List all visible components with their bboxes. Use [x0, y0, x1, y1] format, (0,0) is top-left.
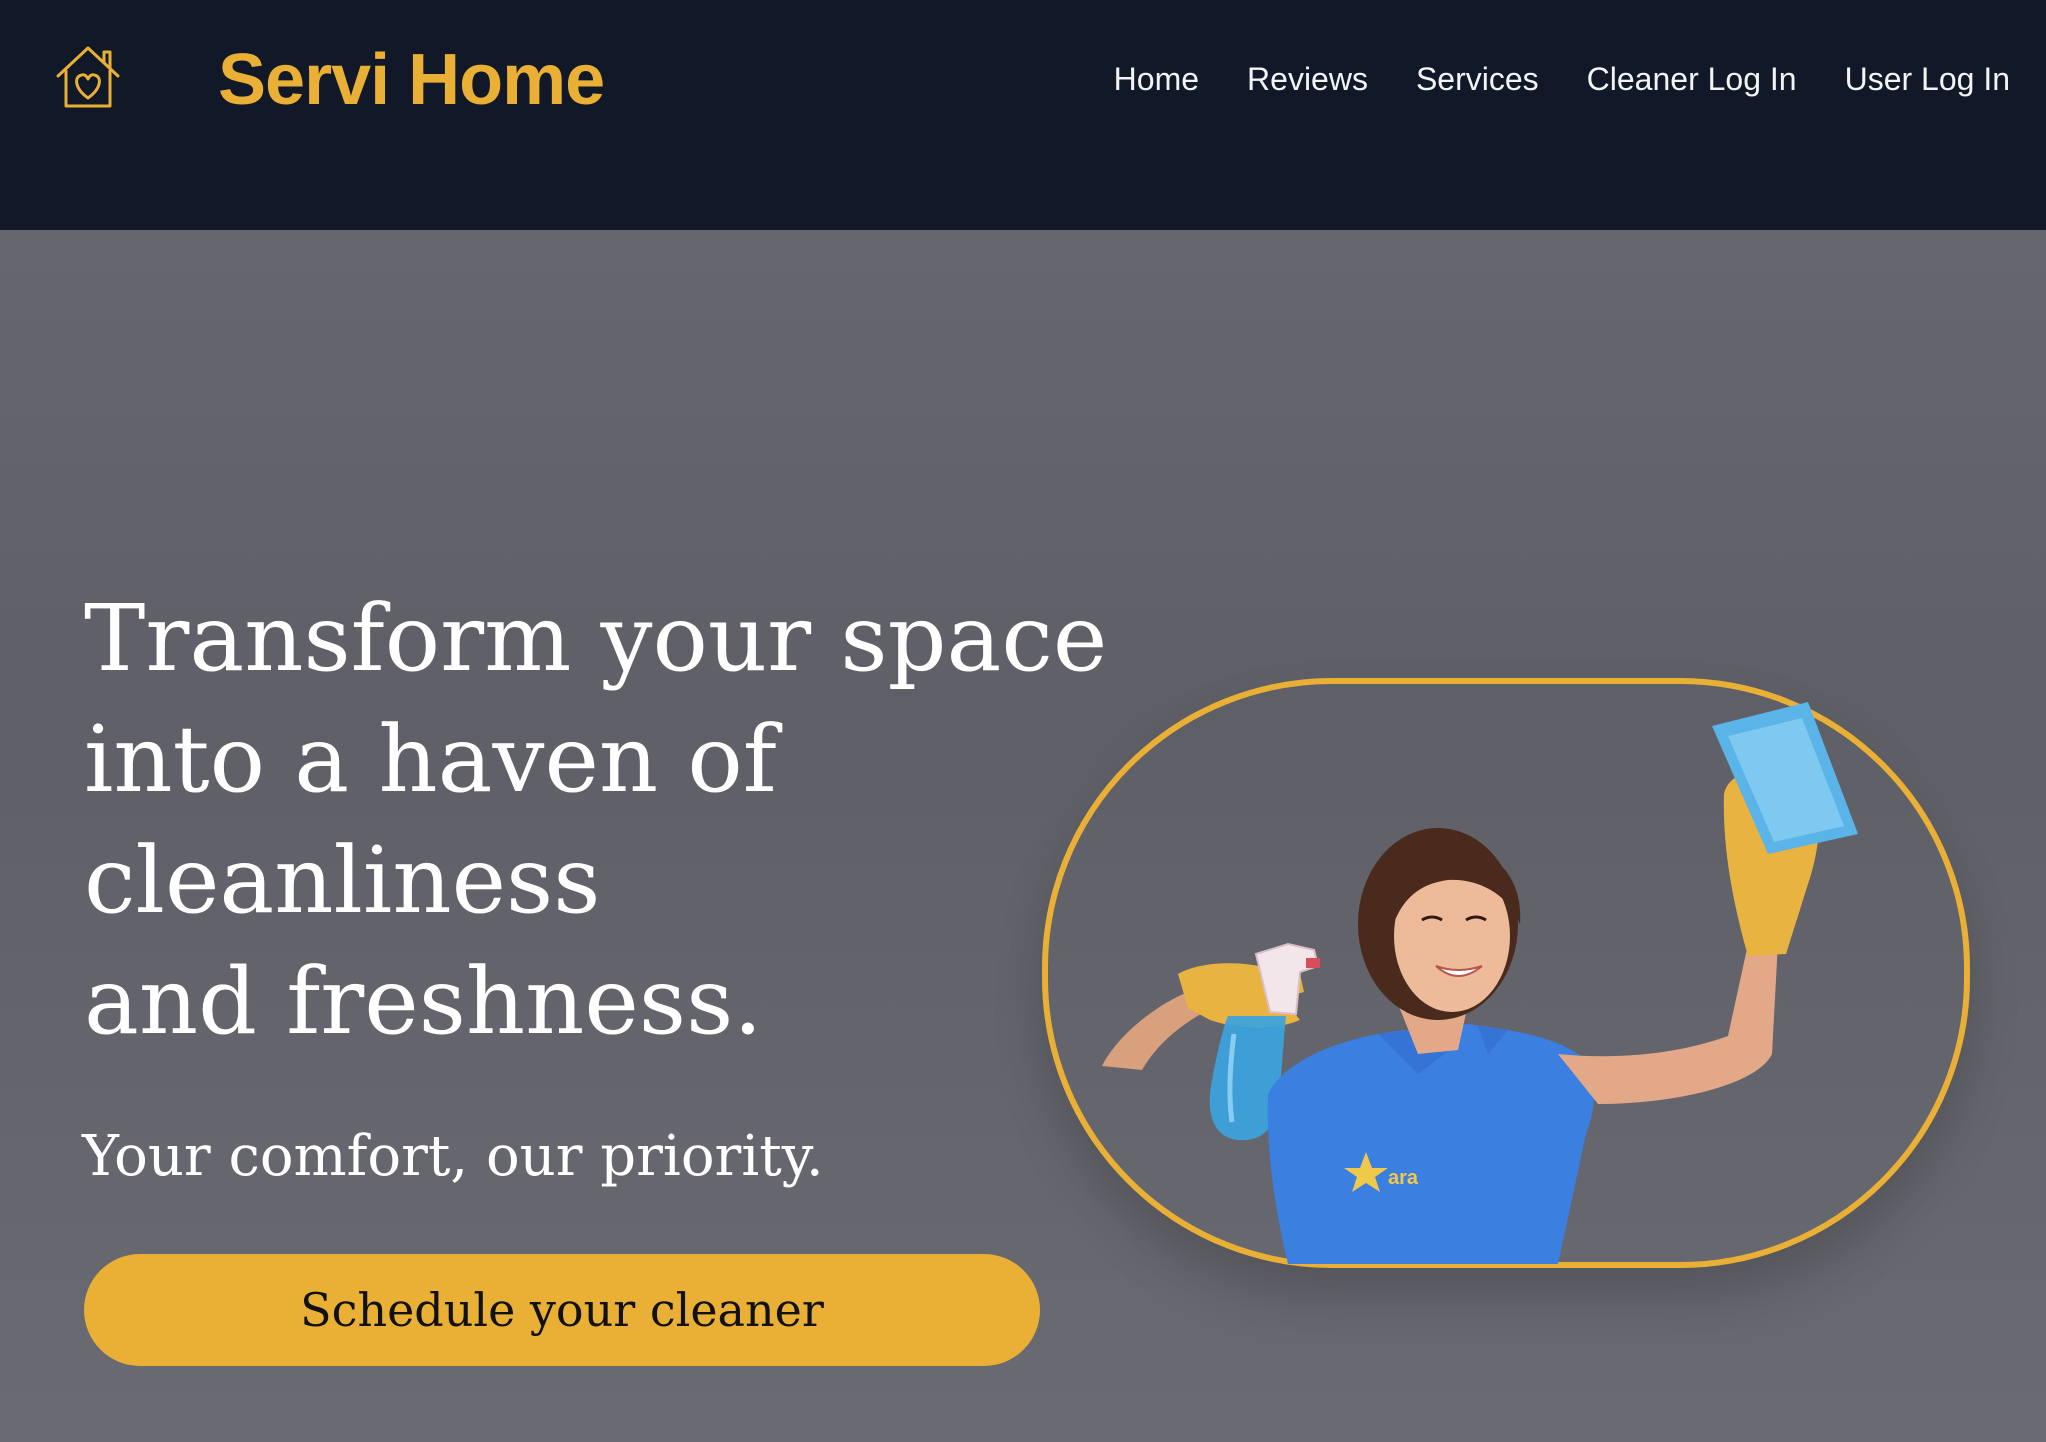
cleaner-illustration: ara — [1102, 702, 1858, 1264]
hero-tagline: Your comfort, our priority. — [82, 1124, 824, 1189]
top-navbar: Servi Home Home Reviews Services Cleaner… — [0, 0, 2046, 230]
headline-line: into a haven of — [84, 706, 777, 813]
brand-home-link[interactable]: Servi Home — [50, 40, 605, 120]
schedule-cleaner-button[interactable]: Schedule your cleaner — [84, 1254, 1040, 1366]
nav-item-home[interactable]: Home — [1114, 56, 1199, 102]
nav-item-cleaner-login[interactable]: Cleaner Log In — [1587, 56, 1797, 102]
hero-headline: Transform your space into a haven of cle… — [84, 578, 1108, 1062]
headline-line: Transform your space — [84, 585, 1108, 692]
nav-item-reviews[interactable]: Reviews — [1247, 56, 1368, 102]
house-heart-icon — [56, 46, 120, 108]
headline-line: cleanliness — [84, 827, 601, 934]
nav-item-user-login[interactable]: User Log In — [1845, 56, 2010, 102]
hero-image-frame: ara — [1042, 678, 1970, 1268]
main-nav: Home Reviews Services Cleaner Log In Use… — [1066, 56, 2010, 102]
hero-section: Transform your space into a haven of cle… — [0, 230, 2046, 1442]
nav-item-services[interactable]: Services — [1416, 56, 1539, 102]
brand-name: Servi Home — [218, 40, 605, 120]
headline-line: and freshness. — [84, 948, 763, 1055]
svg-text:ara: ara — [1388, 1167, 1419, 1189]
